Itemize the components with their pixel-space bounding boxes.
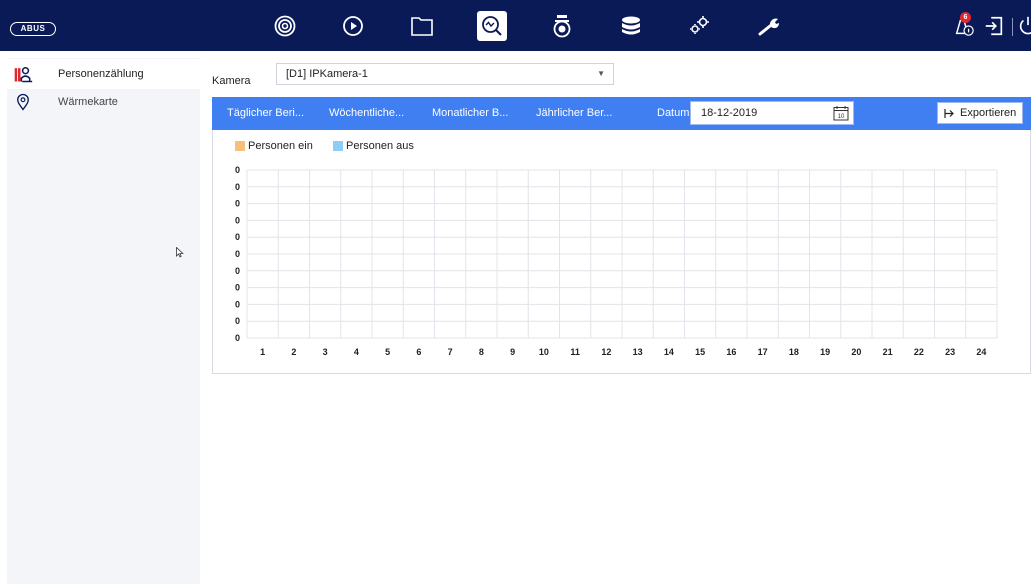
tab-monthly-report[interactable]: Monatlicher B... (432, 107, 508, 119)
x-tick-label: 17 (758, 347, 768, 357)
x-tick-label: 10 (539, 347, 549, 357)
alarm-count-badge: 6 (960, 12, 971, 23)
heatmap-pin-icon (12, 91, 34, 113)
y-tick-label: 0 (235, 283, 240, 293)
x-tick-label: 2 (291, 347, 296, 357)
camera-select[interactable]: [D1] IPKamera-1 ▼ (276, 63, 614, 85)
camera-icon[interactable] (547, 11, 577, 41)
x-tick-label: 1 (260, 347, 265, 357)
y-tick-label: 0 (235, 333, 240, 343)
x-tick-label: 11 (570, 347, 580, 357)
date-label: Datum (657, 107, 690, 119)
export-icon (944, 109, 954, 118)
search-analytics-icon[interactable] (477, 11, 507, 41)
sidebar: Personenzählung Wärmekarte (7, 58, 200, 584)
x-tick-label: 3 (323, 347, 328, 357)
x-tick-label: 20 (851, 347, 861, 357)
export-button[interactable]: Exportieren (937, 102, 1023, 124)
people-counting-chart: Personen ein Personen aus 00000000000123… (212, 130, 1031, 374)
chart-plot-area: 000000000001 2 3 4 5 6 7 8 9 10 11 12 13 14 15 16 17 18 19… (235, 165, 998, 357)
x-tick-label: 24 (976, 347, 986, 357)
date-value: 18-12-2019 (701, 107, 758, 119)
brand-logo: ABUS (10, 22, 56, 36)
top-navigation-bar: ABUS 6 (0, 0, 1031, 51)
calendar-day-text: 10 (838, 114, 845, 120)
sidebar-item-people-counting[interactable]: Personenzählung (7, 59, 200, 89)
topbar-divider (1012, 18, 1013, 36)
tab-weekly-report[interactable]: Wöchentliche... (329, 107, 404, 119)
mouse-cursor-icon (176, 247, 184, 258)
sidebar-item-label: Wärmekarte (58, 96, 118, 108)
chevron-down-icon: ▼ (597, 69, 605, 78)
x-tick-label: 13 (633, 347, 643, 357)
sidebar-item-heatmap[interactable]: Wärmekarte (7, 87, 200, 117)
live-view-icon[interactable] (270, 11, 300, 41)
storage-icon[interactable] (616, 11, 646, 41)
config-icon[interactable] (684, 11, 714, 41)
y-tick-label: 0 (235, 266, 240, 276)
x-tick-label: 19 (820, 347, 830, 357)
power-icon[interactable] (1016, 14, 1031, 38)
x-tick-label: 23 (945, 347, 955, 357)
x-tick-label: 8 (479, 347, 484, 357)
x-tick-label: 7 (448, 347, 453, 357)
x-tick-label: 14 (664, 347, 674, 357)
x-tick-label: 18 (789, 347, 799, 357)
playback-icon[interactable] (338, 11, 368, 41)
y-tick-label: 0 (235, 199, 240, 209)
camera-label: Kamera (212, 75, 251, 87)
x-tick-label: 22 (914, 347, 924, 357)
export-button-label: Exportieren (960, 107, 1017, 119)
tab-yearly-report[interactable]: Jährlicher Ber... (536, 107, 612, 119)
y-tick-label: 0 (235, 182, 240, 192)
date-input[interactable]: 18-12-2019 10 (690, 101, 854, 125)
x-tick-label: 4 (354, 347, 359, 357)
y-tick-label: 0 (235, 249, 240, 259)
people-counting-icon (12, 63, 34, 85)
y-tick-label: 0 (235, 165, 240, 175)
camera-select-value: [D1] IPKamera-1 (286, 68, 368, 80)
alarm-info-icon[interactable]: 6 (952, 12, 976, 38)
file-manager-icon[interactable] (407, 11, 437, 41)
y-tick-label: 0 (235, 316, 240, 326)
x-tick-label: 16 (726, 347, 736, 357)
y-tick-label: 0 (235, 299, 240, 309)
logout-icon[interactable] (982, 14, 1006, 38)
x-tick-label: 5 (385, 347, 390, 357)
maintenance-icon[interactable] (754, 11, 784, 41)
report-type-tabs: Täglicher Beri... Wöchentliche... Monatl… (212, 97, 1031, 130)
y-tick-label: 0 (235, 215, 240, 225)
y-tick-label: 0 (235, 232, 240, 242)
x-tick-label: 15 (695, 347, 705, 357)
x-tick-label: 6 (416, 347, 421, 357)
x-tick-label: 9 (510, 347, 515, 357)
x-tick-label: 12 (601, 347, 611, 357)
sidebar-item-label: Personenzählung (58, 68, 144, 80)
tab-daily-report[interactable]: Täglicher Beri... (227, 107, 304, 119)
x-tick-label: 21 (883, 347, 893, 357)
calendar-icon[interactable]: 10 (833, 105, 849, 121)
